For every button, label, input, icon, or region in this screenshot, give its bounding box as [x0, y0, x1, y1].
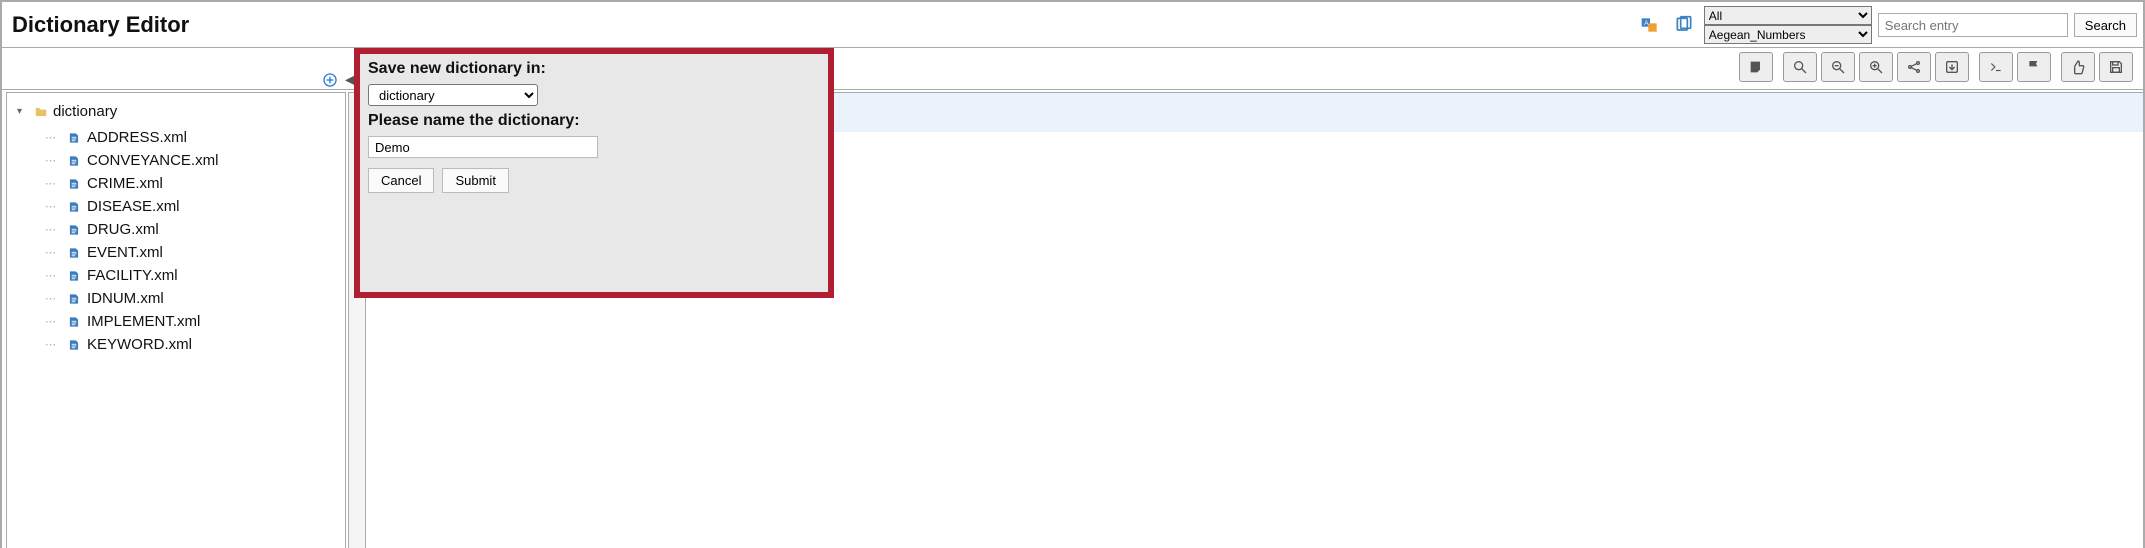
submit-button[interactable]: Submit	[442, 168, 508, 193]
dialog-heading-2: Please name the dictionary:	[368, 112, 820, 130]
tree-item[interactable]: ⋯ KEYWORD.xml	[45, 333, 339, 356]
add-icon[interactable]	[321, 71, 339, 89]
zoom-in-icon[interactable]	[1859, 52, 1893, 82]
thumbs-up-icon[interactable]	[2061, 52, 2095, 82]
tree-item[interactable]: ⋯ CRIME.xml	[45, 172, 339, 195]
tree-item[interactable]: ⋯ ADDRESS.xml	[45, 126, 339, 149]
tree-branch-icon: ⋯	[45, 246, 61, 259]
tree-branch-icon: ⋯	[45, 338, 61, 351]
tree-root-label: dictionary	[53, 103, 117, 120]
tree-item-label: EVENT.xml	[87, 244, 163, 261]
copy-icon[interactable]	[1670, 13, 1698, 37]
search-icon[interactable]	[1783, 52, 1817, 82]
expand-toggle-icon[interactable]: ▾	[17, 106, 29, 117]
tree-branch-icon: ⋯	[45, 154, 61, 167]
tree-item[interactable]: ⋯ EVENT.xml	[45, 241, 339, 264]
tree-item[interactable]: ⋯ FACILITY.xml	[45, 264, 339, 287]
cancel-button[interactable]: Cancel	[368, 168, 434, 193]
save-dictionary-dialog: Save new dictionary in: dictionary Pleas…	[354, 48, 834, 298]
save-icon[interactable]	[2099, 52, 2133, 82]
tree-branch-icon: ⋯	[45, 200, 61, 213]
search-input[interactable]	[1878, 13, 2068, 37]
terminal-icon[interactable]	[1979, 52, 2013, 82]
tree-item-label: ADDRESS.xml	[87, 129, 187, 146]
dialog-heading-1: Save new dictionary in:	[368, 60, 820, 78]
tree-item[interactable]: ⋯ CONVEYANCE.xml	[45, 149, 339, 172]
tree-branch-icon: ⋯	[45, 223, 61, 236]
file-icon	[67, 315, 81, 329]
file-icon	[67, 223, 81, 237]
note-icon[interactable]	[1739, 52, 1773, 82]
file-icon	[67, 338, 81, 352]
file-icon	[67, 131, 81, 145]
tree: ▾ dictionary ⋯ ADDRESS.xml ⋯ CONVEYANCE.xml…	[7, 93, 345, 362]
tree-item-label: DRUG.xml	[87, 221, 159, 238]
file-icon	[67, 269, 81, 283]
tree-item-label: IMPLEMENT.xml	[87, 313, 200, 330]
tree-branch-icon: ⋯	[45, 315, 61, 328]
translate-icon[interactable]: A	[1636, 13, 1664, 37]
share-icon[interactable]	[1897, 52, 1931, 82]
tree-item-label: IDNUM.xml	[87, 290, 164, 307]
tree-item-label: FACILITY.xml	[87, 267, 178, 284]
sidebar: ◀ ▾ dictionary ⋯ADDRESS.xml⋯CONVEYANCE.x…	[6, 92, 346, 548]
tree-root[interactable]: ▾ dictionary	[17, 101, 339, 126]
page-title: Dictionary Editor	[2, 12, 189, 38]
dictionary-name-input[interactable]	[368, 136, 598, 158]
file-icon	[67, 246, 81, 260]
tree-branch-icon: ⋯	[45, 131, 61, 144]
tree-branch-icon: ⋯	[45, 177, 61, 190]
tree-item-label: CRIME.xml	[87, 175, 163, 192]
tree-item[interactable]: ⋯ IDNUM.xml	[45, 287, 339, 310]
topbar: Dictionary Editor A All Aegean_Numbers S…	[2, 2, 2143, 48]
tree-branch-icon: ⋯	[45, 292, 61, 305]
export-icon[interactable]	[1935, 52, 1969, 82]
file-icon	[67, 154, 81, 168]
folder-icon	[33, 105, 49, 119]
tree-item-label: KEYWORD.xml	[87, 336, 192, 353]
tree-item[interactable]: ⋯ DRUG.xml	[45, 218, 339, 241]
flag-icon[interactable]	[2017, 52, 2051, 82]
search-button[interactable]: Search	[2074, 13, 2137, 37]
filter-select-2[interactable]: Aegean_Numbers	[1704, 25, 1872, 44]
file-icon	[67, 200, 81, 214]
tree-branch-icon: ⋯	[45, 269, 61, 282]
svg-text:A: A	[1644, 20, 1649, 27]
tree-item-label: CONVEYANCE.xml	[87, 152, 218, 169]
save-location-select[interactable]: dictionary	[368, 84, 538, 106]
file-icon	[67, 177, 81, 191]
zoom-out-icon[interactable]	[1821, 52, 1855, 82]
tree-item[interactable]: ⋯ IMPLEMENT.xml	[45, 310, 339, 333]
tree-item-label: DISEASE.xml	[87, 198, 180, 215]
filter-select-1[interactable]: All	[1704, 6, 1872, 25]
file-icon	[67, 292, 81, 306]
tree-item[interactable]: ⋯ DISEASE.xml	[45, 195, 339, 218]
